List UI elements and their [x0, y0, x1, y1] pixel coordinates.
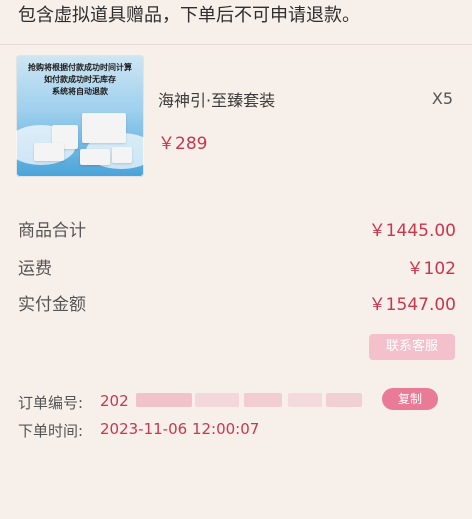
thumbnail-item-image	[80, 149, 110, 165]
redacted-order-number	[195, 393, 239, 407]
product-thumbnail: 抢购将根据付款成功时间计算 如付款成功时无库存 系统将自动退款	[16, 55, 144, 177]
summary-label: 商品合计	[18, 221, 86, 241]
product-price: ￥289	[158, 134, 208, 154]
redacted-order-number	[244, 393, 282, 407]
product-item[interactable]: 抢购将根据付款成功时间计算 如付款成功时无库存 系统将自动退款 海神引·至臻套装…	[0, 45, 472, 187]
product-name: 海神引·至臻套装	[158, 91, 276, 110]
summary-value: ￥1445.00	[368, 221, 456, 241]
summary-value: ￥102	[406, 259, 456, 279]
thumbnail-item-image	[112, 147, 132, 163]
thumbnail-item-image	[34, 143, 64, 161]
thumbnail-text-line: 如付款成功时无库存	[44, 75, 116, 84]
thumbnail-text-line: 系统将自动退款	[52, 87, 108, 96]
order-time-value: 2023-11-06 12:00:07	[100, 420, 260, 438]
redacted-order-number	[288, 393, 322, 407]
summary-label: 实付金额	[18, 295, 86, 315]
summary-row-total: 实付金额 ￥1547.00	[0, 290, 472, 315]
order-time-label: 下单时间:	[18, 422, 84, 440]
product-quantity: X5	[431, 89, 453, 108]
redacted-order-number	[136, 393, 192, 407]
thumbnail-item-image	[82, 113, 126, 143]
order-number-value: 202	[100, 392, 129, 410]
refund-notice: 包含虚拟道具赠品，下单后不可申请退款。	[0, 0, 472, 36]
redacted-order-number	[326, 393, 362, 407]
summary-label: 运费	[18, 259, 52, 279]
contact-customer-service-button[interactable]: 联系客服	[369, 334, 455, 360]
thumbnail-text-line: 抢购将根据付款成功时间计算	[28, 63, 132, 72]
order-number-label: 订单编号:	[18, 394, 84, 412]
summary-row-shipping: 运费 ￥102	[0, 254, 472, 279]
copy-order-number-button[interactable]: 复制	[382, 388, 438, 410]
summary-value: ￥1547.00	[368, 295, 456, 315]
summary-row-subtotal: 商品合计 ￥1445.00	[0, 216, 472, 241]
